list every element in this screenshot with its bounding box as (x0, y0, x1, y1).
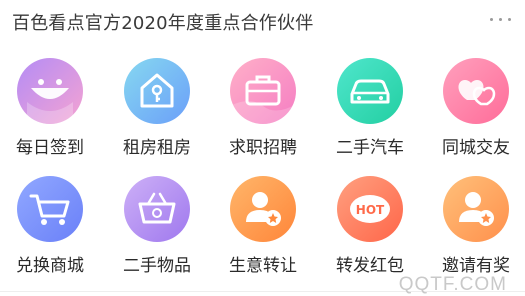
cart-icon (17, 176, 83, 242)
grid-item-label: 转发红包 (336, 256, 404, 276)
briefcase-icon (230, 58, 296, 124)
section-title: 百色看点官方2020年度重点合作伙伴 (12, 13, 314, 34)
grid-item-label: 生意转让 (229, 256, 297, 276)
user-badge-icon (443, 176, 509, 242)
grid-item-label: 每日签到 (16, 138, 84, 158)
user-star-icon (230, 176, 296, 242)
section-header: 百色看点官方2020年度重点合作伙伴 (0, 0, 525, 44)
grid-item-label: 二手物品 (123, 256, 191, 276)
grid-item-share-red-packet[interactable]: HOT 转发红包 (320, 176, 420, 276)
grid-item-label: 二手汽车 (336, 138, 404, 158)
house-key-icon (124, 58, 190, 124)
grid-item-label: 同城交友 (442, 138, 510, 158)
grid-item-daily-sign-in[interactable]: 每日签到 (0, 58, 100, 158)
grid-item-exchange-mall[interactable]: 兑换商城 (0, 176, 100, 276)
grid-item-rent-house[interactable]: 租房租房 (107, 58, 207, 158)
car-icon (337, 58, 403, 124)
grid-item-label: 求职招聘 (229, 138, 297, 158)
grid-item-business-transfer[interactable]: 生意转让 (213, 176, 313, 276)
watermark-text: QQTF.COM (398, 274, 507, 295)
grid-item-invite-reward[interactable]: 邀请有奖 (426, 176, 525, 276)
basket-icon (124, 176, 190, 242)
grid-item-jobs[interactable]: 求职招聘 (213, 58, 313, 158)
hearts-icon (443, 58, 509, 124)
svg-text:HOT: HOT (356, 203, 385, 217)
grid-item-used-cars[interactable]: 二手汽车 (320, 58, 420, 158)
grid-item-label: 租房租房 (123, 138, 191, 158)
grid-item-dating[interactable]: 同城交友 (426, 58, 525, 158)
grid-item-used-goods[interactable]: 二手物品 (107, 176, 207, 276)
sign-in-smile-icon (17, 58, 83, 124)
more-dots-icon[interactable] (490, 18, 511, 21)
hot-badge-icon: HOT (337, 176, 403, 242)
grid-item-label: 兑换商城 (16, 256, 84, 276)
grid-item-label: 邀请有奖 (442, 256, 510, 276)
